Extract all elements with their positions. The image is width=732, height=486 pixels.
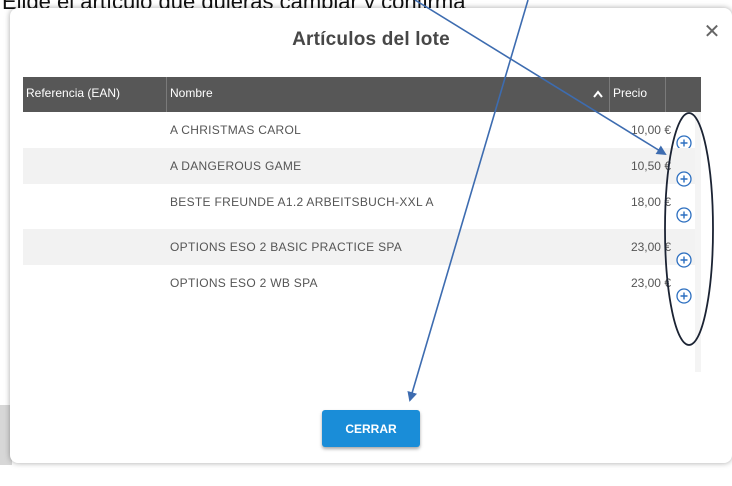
column-header-actions — [666, 77, 701, 112]
cell-precio: 18,00 € — [630, 195, 671, 209]
sort-ascending-icon[interactable] — [593, 90, 603, 98]
cell-nombre: BESTE FREUNDE A1.2 ARBEITSBUCH-XXL A — [170, 195, 434, 209]
cell-precio: 10,50 € — [630, 159, 671, 173]
table-scrollbar[interactable] — [695, 112, 701, 372]
table-row: BESTE FREUNDE A1.2 ARBEITSBUCH-XXL A 18,… — [23, 184, 701, 223]
add-circle-icon[interactable] — [676, 288, 692, 304]
column-header-precio[interactable]: Precio — [610, 77, 666, 112]
column-header-referencia[interactable]: Referencia (EAN) — [23, 77, 167, 112]
column-header-nombre-label: Nombre — [170, 86, 213, 100]
cell-nombre: OPTIONS ESO 2 BASIC PRACTICE SPA — [170, 240, 403, 254]
table-row: OPTIONS ESO 2 WB SPA 23,00 € — [23, 265, 701, 304]
cell-nombre: A CHRISTMAS CAROL — [170, 123, 302, 137]
close-icon[interactable]: ✕ — [702, 22, 722, 42]
table-row: A CHRISTMAS CAROL 10,00 € — [23, 112, 701, 151]
table-body: A CHRISTMAS CAROL 10,00 € A DANGEROUS GA… — [23, 112, 701, 372]
cell-precio: 23,00 € — [630, 276, 671, 290]
table-header: Referencia (EAN) Nombre Precio — [23, 77, 701, 112]
modal-title: Artículos del lote — [292, 29, 450, 50]
add-circle-icon[interactable] — [676, 207, 692, 223]
close-button[interactable]: CERRAR — [322, 410, 420, 447]
cell-precio: 10,00 € — [630, 123, 671, 137]
cell-precio: 23,00 € — [630, 240, 671, 254]
cell-nombre: OPTIONS ESO 2 WB SPA — [170, 276, 318, 290]
column-header-nombre[interactable]: Nombre — [167, 77, 610, 112]
table-row: A DANGEROUS GAME 10,50 € — [23, 148, 701, 187]
table-row: OPTIONS ESO 2 BASIC PRACTICE SPA 23,00 € — [23, 229, 701, 268]
cell-nombre: A DANGEROUS GAME — [170, 159, 302, 173]
